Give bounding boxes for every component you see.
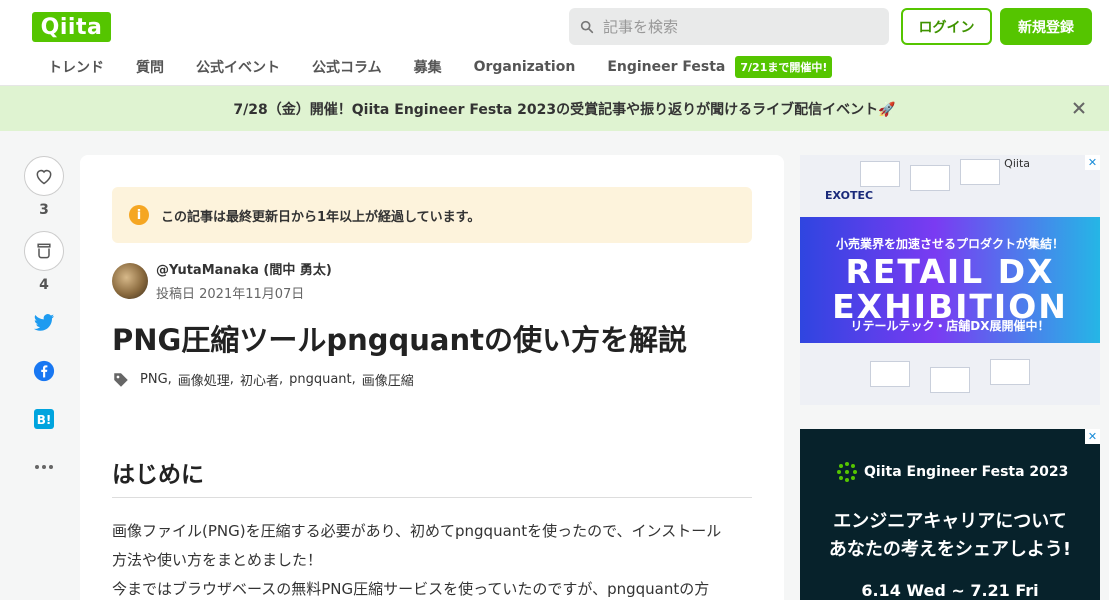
facebook-icon <box>33 360 55 382</box>
ad-qiita-logo: Qiita <box>1004 157 1030 170</box>
body-line: 方法や使い方をまとめました！ <box>112 551 323 569</box>
tag-item[interactable]: 初心者 <box>240 370 279 389</box>
banner-text[interactable]: 7/28（金）開催！Qiita Engineer Festa 2023の受賞記事… <box>233 99 895 119</box>
ad-screenshot-strip <box>800 343 1100 405</box>
nav-item-events[interactable]: 公式イベント <box>180 57 296 77</box>
nav-item-engineer-festa[interactable]: Engineer Festa <box>591 59 741 75</box>
ad-close-icon[interactable]: ✕ <box>1085 155 1100 170</box>
ad-headline-1: RETAIL DX <box>845 252 1055 291</box>
svg-text:B!: B! <box>37 413 52 427</box>
nav-item-organization[interactable]: Organization <box>458 59 592 75</box>
retail-dx-ad[interactable]: Qiita EXOTEC 小売業界を加速させるプロダクトが集結！ RETAIL … <box>800 155 1100 405</box>
body-line: 今まではブラウザベースの無料PNG圧縮サービスを使っていたのですが、pngqua… <box>112 580 710 598</box>
body-line: 画像ファイル(PNG)を圧縮する必要があり、初めてpngquantを使ったので、… <box>112 522 722 540</box>
engineer-festa-ad[interactable]: Qiita Engineer Festa 2023 エンジニアキャリアについて … <box>800 429 1100 600</box>
author-block: @YutaManaka (間中 勇太) 投稿日 2021年11月07日 <box>112 259 332 302</box>
ad-subtitle: 小売業界を加速させるプロダクトが集結！ <box>835 237 1064 251</box>
article-card: i この記事は最終更新日から1年以上が経過しています。 @YutaManaka … <box>80 155 784 600</box>
heart-icon <box>36 169 52 185</box>
site-header: Qiita ログイン 新規登録 トレンド 質問 公式イベント 公式コラム 募集 … <box>0 0 1109 86</box>
hatena-bookmark-icon: B! <box>34 409 54 429</box>
signup-button[interactable]: 新規登録 <box>1000 8 1092 45</box>
ad2-brand-label: Qiita Engineer Festa 2023 <box>864 464 1069 480</box>
ad2-headline-2: あなたの考えをシェアしよう! <box>828 539 1072 560</box>
search-icon <box>580 20 594 33</box>
nav-item-trend[interactable]: トレンド <box>32 57 120 77</box>
alert-text: この記事は最終更新日から1年以上が経過しています。 <box>161 209 481 225</box>
author-name[interactable]: @YutaManaka (間中 勇太) <box>156 259 332 278</box>
main-nav: トレンド 質問 公式イベント 公式コラム 募集 Organization Eng… <box>32 52 833 82</box>
more-button[interactable] <box>24 455 64 479</box>
ad-brand: EXOTEC <box>825 189 874 202</box>
qiita-logo[interactable]: Qiita <box>32 12 111 42</box>
festa-badge: 7/21まで開催中! <box>735 56 833 78</box>
tag-list: PNG, 画像処理, 初心者, pngquant, 画像圧縮 <box>112 370 414 389</box>
more-icon <box>35 465 53 469</box>
like-count: 3 <box>39 202 49 218</box>
tag-item[interactable]: PNG <box>140 372 168 387</box>
stock-icon <box>37 243 51 259</box>
ad-screenshot-strip <box>800 155 1100 217</box>
facebook-share[interactable] <box>24 359 64 383</box>
stock-count: 4 <box>39 277 49 293</box>
tag-item[interactable]: 画像圧縮 <box>362 370 414 389</box>
tag-item[interactable]: pngquant <box>289 372 352 387</box>
post-date: 投稿日 2021年11月07日 <box>156 287 305 302</box>
article-body: 画像ファイル(PNG)を圧縮する必要があり、初めてpngquantを使ったので、… <box>112 517 757 600</box>
ad-close-icon[interactable]: ✕ <box>1085 429 1100 444</box>
festa-logo-icon <box>837 462 857 482</box>
twitter-share[interactable] <box>24 311 64 335</box>
outdated-alert: i この記事は最終更新日から1年以上が経過しています。 <box>112 187 752 243</box>
info-icon: i <box>129 205 149 225</box>
login-button[interactable]: ログイン <box>901 8 992 45</box>
avatar[interactable] <box>112 262 148 299</box>
tag-icon <box>114 372 128 387</box>
hatena-share[interactable]: B! <box>24 407 64 431</box>
ad2-headline-1: エンジニアキャリアについて <box>833 511 1067 532</box>
nav-item-questions[interactable]: 質問 <box>120 57 180 77</box>
ad-brand: Qiita Engineer Festa 2023 <box>836 461 1068 483</box>
close-icon[interactable] <box>1071 100 1087 116</box>
like-button[interactable] <box>24 156 64 196</box>
event-banner[interactable]: 7/28（金）開催！Qiita Engineer Festa 2023の受賞記事… <box>0 86 1109 131</box>
ad-caption: リテールテック・店舗DX展開催中！ <box>850 319 1050 333</box>
twitter-icon <box>33 314 55 331</box>
article-actions: 3 4 B! <box>24 156 64 479</box>
search-input[interactable] <box>603 17 873 36</box>
article-title: PNG圧縮ツールpngquantの使い方を解説 <box>112 323 687 357</box>
nav-item-columns[interactable]: 公式コラム <box>296 57 398 77</box>
nav-item-recruit[interactable]: 募集 <box>398 57 458 77</box>
tag-item[interactable]: 画像処理 <box>178 370 230 389</box>
ad2-date: 6.14 Wed ~ 7.21 Fri <box>861 581 1039 600</box>
search-box[interactable] <box>569 8 889 45</box>
stock-button[interactable] <box>24 231 64 271</box>
section-heading: はじめに <box>112 455 752 498</box>
